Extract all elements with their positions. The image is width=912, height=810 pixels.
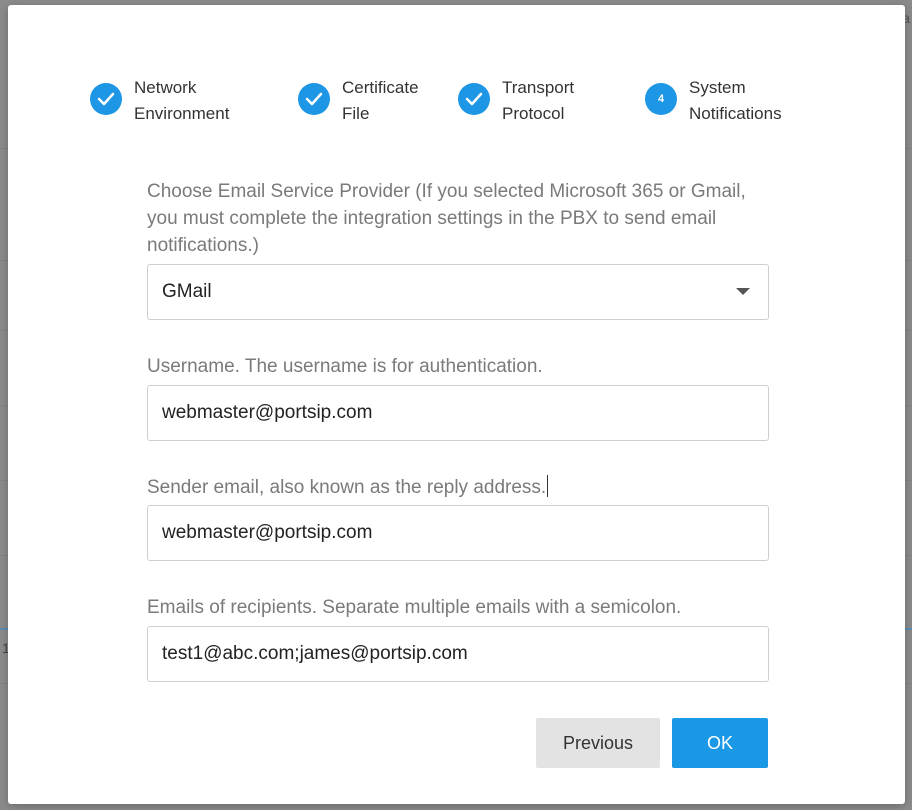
step-label-line: Protocol: [502, 104, 565, 123]
step-number-indicator: 4: [645, 83, 677, 115]
username-label: Username. The username is for authentica…: [147, 356, 543, 377]
step-complete-indicator: [90, 83, 122, 115]
step-label-line: Certificate: [342, 78, 419, 97]
setup-wizard-dialog: Network Environment Certificate File Tra…: [8, 5, 905, 804]
username-input[interactable]: webmaster@portsip.com: [147, 385, 769, 441]
text-cursor: [547, 475, 549, 497]
username-input-value: webmaster@portsip.com: [162, 402, 373, 423]
step-certificate-file: Certificate File: [298, 75, 472, 127]
check-icon: [465, 92, 483, 106]
check-icon: [305, 92, 323, 106]
step-network-environment: Network Environment: [90, 75, 264, 127]
sender-email-input-value: webmaster@portsip.com: [162, 522, 373, 543]
previous-button[interactable]: Previous: [536, 718, 660, 768]
sender-email-input[interactable]: webmaster@portsip.com: [147, 505, 769, 561]
recipients-input[interactable]: test1@abc.com;james@portsip.com: [147, 626, 769, 682]
provider-select[interactable]: GMail: [147, 264, 769, 320]
step-label-line: Environment: [134, 104, 230, 123]
step-label-line: System: [689, 78, 746, 97]
provider-select-value: GMail: [162, 281, 212, 302]
step-label-line: File: [342, 104, 370, 123]
wizard-stepper: Network Environment Certificate File Tra…: [8, 75, 905, 135]
step-label: Transport Protocol: [502, 75, 632, 127]
step-complete-indicator: [458, 83, 490, 115]
recipients-input-value: test1@abc.com;james@portsip.com: [162, 643, 468, 664]
step-label-line: Transport: [502, 78, 575, 97]
check-icon: [97, 92, 115, 106]
step-number: 4: [657, 93, 665, 105]
ok-button[interactable]: OK: [672, 718, 768, 768]
step-label: Certificate File: [342, 75, 472, 127]
sender-email-label: Sender email, also known as the reply ad…: [147, 474, 769, 501]
step-label: Network Environment: [134, 75, 264, 127]
dropdown-arrow-icon[interactable]: [736, 288, 750, 295]
step-label-line: Network: [134, 78, 197, 97]
recipients-label: Emails of recipients. Separate multiple …: [147, 597, 682, 618]
provider-label: Choose Email Service Provider (If you se…: [147, 181, 746, 256]
step-complete-indicator: [298, 83, 330, 115]
step-label-line: Notifications: [689, 104, 782, 123]
step-system-notifications: 4 System Notifications: [645, 75, 819, 127]
sender-email-label-text: Sender email, also known as the reply ad…: [147, 477, 547, 498]
step-label: System Notifications: [689, 75, 819, 127]
step-transport-protocol: Transport Protocol: [458, 75, 632, 127]
